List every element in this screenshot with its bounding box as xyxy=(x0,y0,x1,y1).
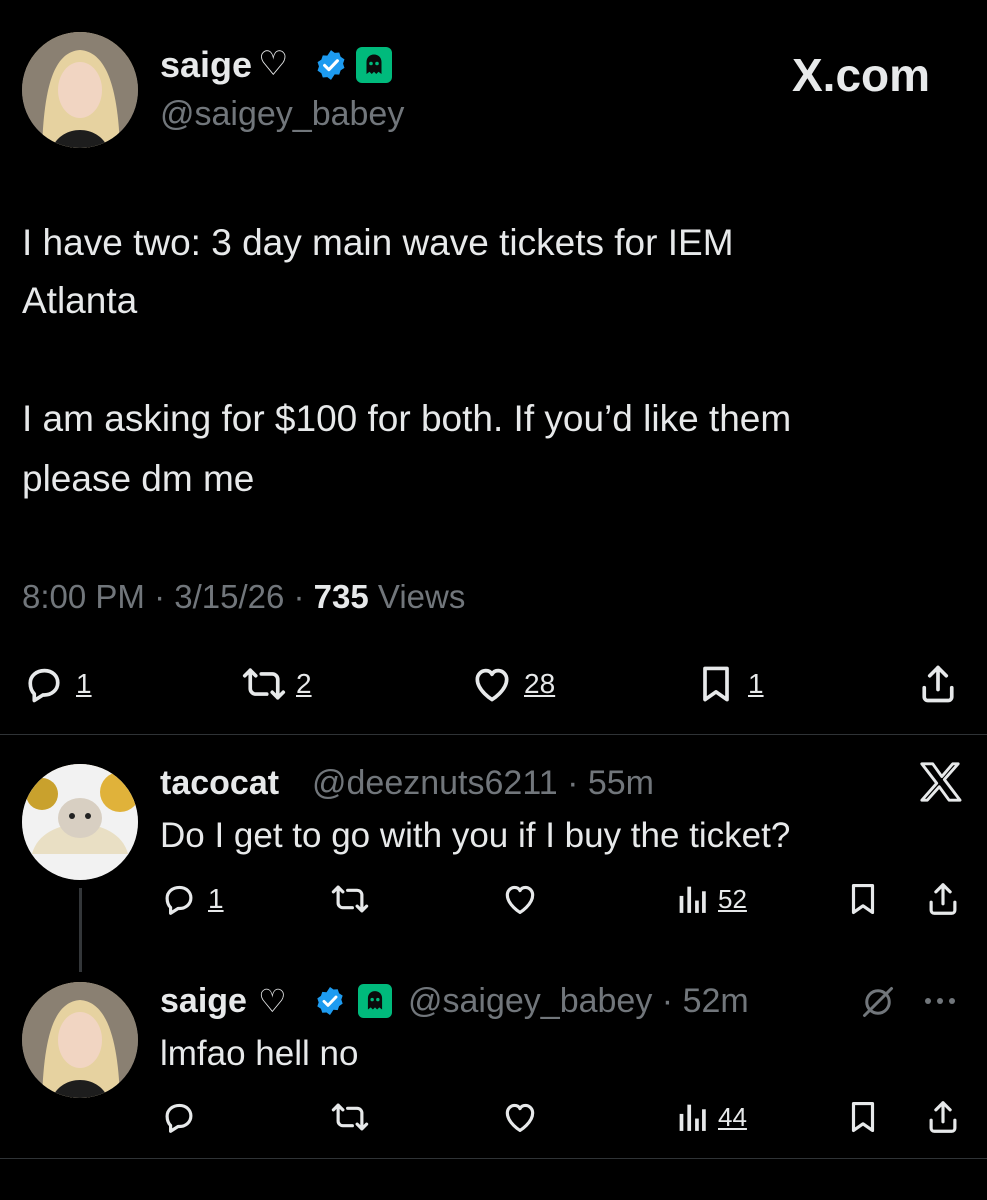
reply2-author-name[interactable]: saige xyxy=(160,982,247,1021)
reply-avatar[interactable] xyxy=(22,764,138,880)
post-body-line-1: I have two: 3 day main wave tickets for … xyxy=(22,222,734,263)
author-handle[interactable]: @saigey_babey xyxy=(160,95,404,134)
reply-time[interactable]: 55m xyxy=(588,764,654,802)
thread-connector xyxy=(79,888,82,972)
verified-badge-icon[interactable] xyxy=(314,48,348,82)
ghost-badge-icon[interactable] xyxy=(358,984,392,1018)
reply2-avatar[interactable] xyxy=(22,982,138,1098)
bookmark-icon[interactable] xyxy=(844,1098,882,1136)
avatar[interactable] xyxy=(22,32,138,148)
reply-author-name[interactable]: tacocat xyxy=(160,764,279,803)
reply2-author-handle[interactable]: @saigey_babey xyxy=(408,982,652,1020)
bookmark-icon xyxy=(694,662,738,706)
views-icon xyxy=(676,1100,708,1134)
reply-icon[interactable] xyxy=(160,1098,198,1136)
post-body-line-4: please dm me xyxy=(22,458,255,499)
x-logo-icon[interactable] xyxy=(918,762,962,802)
bookmark-button[interactable]: 1 xyxy=(694,662,764,706)
reply-icon xyxy=(22,662,66,706)
bookmark-icon[interactable] xyxy=(844,880,882,918)
post-meta: 8:00 PM · 3/15/26 · 735 Views xyxy=(22,578,466,615)
reply-button[interactable]: 1 xyxy=(22,662,92,706)
like-icon xyxy=(470,662,514,706)
reply2-time[interactable]: 52m xyxy=(683,982,749,1020)
more-icon[interactable] xyxy=(922,994,958,1013)
post-body-line-3: I am asking for $100 for both. If you’d … xyxy=(22,398,792,439)
reply-author-handle[interactable]: @deeznuts6211 xyxy=(312,764,558,802)
reply-meta: @deeznuts6211 · 55m xyxy=(312,764,654,802)
reply2-meta: @saigey_babey · 52m xyxy=(408,982,749,1020)
reply-reply-count: 1 xyxy=(208,883,224,914)
reply-count: 1 xyxy=(76,668,92,699)
reply2-views-button[interactable]: 44 xyxy=(676,1100,747,1134)
divider xyxy=(0,734,987,735)
reply2-views-count: 44 xyxy=(718,1101,747,1132)
share-icon[interactable] xyxy=(924,880,962,918)
repost-icon[interactable] xyxy=(330,1098,370,1136)
post-body-line-2: Atlanta xyxy=(22,280,138,321)
name-heart: ♡ xyxy=(258,45,289,83)
ghost-badge-icon[interactable] xyxy=(356,47,392,83)
divider xyxy=(0,1158,987,1159)
like-count: 28 xyxy=(524,668,556,699)
share-icon[interactable] xyxy=(924,1098,962,1136)
reply-views-count: 52 xyxy=(718,883,747,914)
repost-count: 2 xyxy=(296,668,312,699)
site-label: X.com xyxy=(792,49,931,101)
bookmark-count: 1 xyxy=(748,668,764,699)
views-label: Views xyxy=(377,578,466,615)
like-icon[interactable] xyxy=(500,1098,540,1136)
repost-button[interactable]: 2 xyxy=(242,662,312,706)
like-icon[interactable] xyxy=(500,880,540,918)
repost-icon xyxy=(242,662,286,706)
reply-text: Do I get to go with you if I buy the tic… xyxy=(160,816,791,855)
post-time[interactable]: 8:00 PM xyxy=(22,578,145,615)
repost-icon[interactable] xyxy=(330,880,370,918)
author-name[interactable]: saige xyxy=(160,44,252,86)
reply2-text: lmfao hell no xyxy=(160,1034,359,1073)
share-icon xyxy=(916,662,960,706)
reply-reply-button[interactable]: 1 xyxy=(160,880,224,918)
like-button[interactable]: 28 xyxy=(470,662,555,706)
reply-icon xyxy=(160,880,198,918)
grok-icon[interactable] xyxy=(860,984,896,1020)
share-button[interactable] xyxy=(916,662,960,706)
views-icon xyxy=(676,882,708,916)
verified-badge-icon[interactable] xyxy=(314,985,346,1017)
reply2-name-heart: ♡ xyxy=(258,983,287,1019)
post-date[interactable]: 3/15/26 xyxy=(174,578,284,615)
reply-views-button[interactable]: 52 xyxy=(676,882,747,916)
views-count: 735 xyxy=(313,578,369,615)
